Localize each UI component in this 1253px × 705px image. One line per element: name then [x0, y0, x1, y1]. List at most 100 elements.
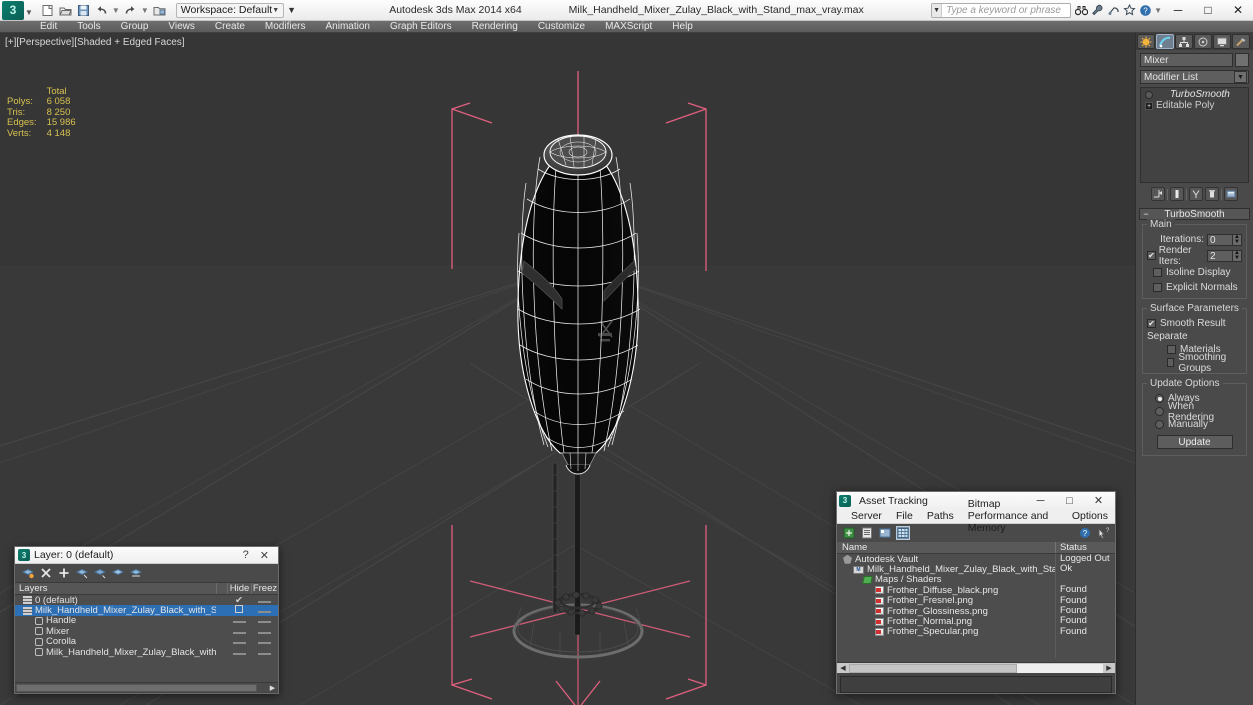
stack-item-editable-poly[interactable]: + Editable Poly [1142, 100, 1247, 111]
asset-menu-bitmap-performance-and-memory[interactable]: Bitmap Performance and Memory [961, 498, 1065, 534]
asset-menu-server[interactable]: Server [844, 510, 889, 522]
create-tab[interactable] [1137, 34, 1155, 49]
explicit-normals-checkbox[interactable] [1153, 283, 1162, 292]
hierarchy-tab[interactable] [1175, 34, 1193, 49]
layer-list-scrollbar[interactable]: ▶ [15, 682, 278, 692]
undo-dropdown-icon[interactable]: ▼ [112, 6, 120, 15]
update-always-radio[interactable] [1155, 394, 1164, 403]
workspace-expand-icon[interactable]: ▼ [287, 5, 296, 15]
layer-hide-cell[interactable] [227, 626, 251, 637]
asset-row[interactable]: M Milk_Handheld_Mixer_Zulay_Black_with_St… [837, 563, 1115, 575]
layer-row[interactable]: Mixer [15, 626, 278, 637]
modifier-list-dropdown[interactable]: Modifier List ▼ [1140, 70, 1249, 84]
show-end-result-icon[interactable] [1170, 187, 1184, 201]
modify-tab[interactable] [1156, 34, 1174, 49]
layer-dialog-close-button[interactable]: ✕ [260, 549, 269, 562]
select-layer-objects-icon[interactable] [93, 567, 106, 580]
iterations-spinner[interactable]: 0 ▲ ▼ [1207, 233, 1242, 246]
asset-list-scrollbar[interactable]: ◀ ▶ [837, 662, 1115, 673]
highlight-selected-objects-icon[interactable] [111, 567, 124, 580]
quick-access-dropdown-icon[interactable]: ▼ [25, 8, 33, 20]
iterations-value[interactable]: 0 [1207, 233, 1233, 246]
layer-hide-cell[interactable] [227, 647, 251, 658]
pin-stack-icon[interactable] [1151, 187, 1165, 201]
layer-freeze-cell[interactable] [251, 605, 278, 616]
layer-freeze-cell[interactable] [251, 595, 278, 606]
update-manually-radio[interactable] [1155, 420, 1164, 429]
menu-item-graph-editors[interactable]: Graph Editors [380, 21, 462, 33]
minimize-button[interactable]: ─ [1163, 0, 1193, 21]
asset-scroll-thumb[interactable] [849, 663, 1017, 673]
redo-icon[interactable] [122, 2, 139, 19]
grid-view-icon[interactable] [896, 526, 910, 540]
asset-row[interactable]: Frother_Diffuse_black.png Found [837, 584, 1115, 596]
refresh-icon[interactable] [842, 526, 856, 540]
asset-row[interactable]: Frother_Specular.png Found [837, 626, 1115, 637]
modifier-stack[interactable]: TurboSmooth + Editable Poly [1140, 87, 1249, 183]
layer-dialog-titlebar[interactable]: 3 Layer: 0 (default) ? ✕ [15, 547, 278, 564]
layer-freeze-cell[interactable] [251, 636, 278, 647]
stack-item-turbosmooth[interactable]: TurboSmooth [1142, 89, 1247, 100]
menu-item-tools[interactable]: Tools [67, 21, 110, 33]
maximize-button[interactable]: □ [1193, 0, 1223, 21]
layer-row[interactable]: Milk_Handheld_Mixer_Zulay_Black_with_Sta… [15, 605, 278, 616]
satellite-icon[interactable] [1105, 2, 1121, 19]
smooth-result-row[interactable]: ✔ Smooth Result [1147, 317, 1242, 330]
asset-menu-file[interactable]: File [889, 510, 920, 522]
workspace-selector[interactable]: Workspace: Default ▼ [175, 2, 285, 18]
hide-unhide-layer-icon[interactable] [129, 567, 142, 580]
smooth-result-checkbox[interactable]: ✔ [1147, 319, 1156, 328]
object-name-field[interactable]: Mixer [1140, 53, 1233, 67]
search-input[interactable]: Type a keyword or phrase [942, 5, 1070, 16]
open-file-icon[interactable] [57, 2, 74, 19]
layer-row[interactable]: Corolla [15, 636, 278, 647]
layer-freeze-cell[interactable] [251, 615, 278, 626]
menu-item-animation[interactable]: Animation [315, 21, 379, 33]
asset-close-button[interactable]: ✕ [1084, 492, 1113, 509]
asset-scroll-track[interactable] [849, 663, 1103, 673]
chevron-down-icon[interactable]: ▼ [1234, 71, 1247, 83]
select-objects-in-layer-icon[interactable] [75, 567, 88, 580]
layer-list[interactable]: 0 (default) ✔ Milk_Handheld_Mixer_Zulay_Bl… [15, 595, 278, 682]
motion-tab[interactable] [1194, 34, 1212, 49]
menu-item-customize[interactable]: Customize [528, 21, 595, 33]
asset-menu-options[interactable]: Options [1065, 510, 1115, 522]
undo-icon[interactable] [93, 2, 110, 19]
wrench-icon[interactable] [1089, 2, 1105, 19]
star-icon[interactable] [1121, 2, 1137, 19]
iterations-spinner-buttons[interactable]: ▲ ▼ [1233, 233, 1242, 246]
render-iters-spinner[interactable]: 2 ▲ ▼ [1207, 249, 1242, 262]
save-file-icon[interactable] [75, 2, 92, 19]
layer-scroll-thumb[interactable] [16, 683, 257, 692]
layer-row[interactable]: Handle [15, 615, 278, 626]
detail-view-icon[interactable] [878, 526, 892, 540]
layer-hide-cell[interactable] [227, 605, 251, 616]
isoline-display-checkbox[interactable] [1153, 268, 1162, 277]
menu-item-edit[interactable]: Edit [30, 21, 67, 33]
update-button[interactable]: Update [1156, 435, 1233, 449]
max-logo-icon[interactable]: 3 [2, 0, 24, 20]
update-when-rendering-row[interactable]: When Rendering [1147, 401, 1242, 423]
asset-scroll-right-arrow[interactable]: ▶ [1103, 664, 1115, 672]
utilities-tab[interactable] [1232, 34, 1250, 49]
layer-dialog-help-button[interactable]: ? [243, 549, 249, 562]
menu-item-group[interactable]: Group [111, 21, 159, 33]
update-when-rendering-radio[interactable] [1155, 407, 1164, 416]
search-dropdown-icon[interactable]: ▼ [932, 3, 943, 17]
isoline-display-row[interactable]: Isoline Display [1147, 266, 1242, 279]
render-iters-spinner-buttons[interactable]: ▲ ▼ [1233, 249, 1242, 262]
display-tab[interactable] [1213, 34, 1231, 49]
close-button[interactable]: ✕ [1223, 0, 1253, 21]
separate-materials-checkbox[interactable] [1167, 345, 1176, 354]
binoculars-icon[interactable] [1073, 2, 1089, 19]
set-project-folder-icon[interactable] [151, 2, 168, 19]
help-dropdown-icon[interactable]: ▼ [1154, 6, 1162, 15]
menu-item-views[interactable]: Views [158, 21, 205, 33]
create-new-layer-icon[interactable] [21, 567, 34, 580]
menu-item-modifiers[interactable]: Modifiers [255, 21, 316, 33]
asset-list[interactable]: Autodesk Vault Logged Out M Milk_Handheld_M… [837, 554, 1115, 662]
separate-smoothing-groups-checkbox[interactable] [1167, 358, 1175, 367]
collapse-icon[interactable]: − [1140, 209, 1152, 219]
remove-modifier-icon[interactable] [1205, 187, 1219, 201]
make-unique-icon[interactable] [1189, 187, 1203, 201]
